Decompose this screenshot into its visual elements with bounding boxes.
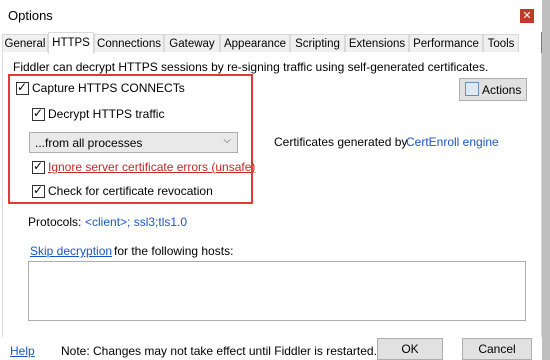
options-dialog: Options ✕ General HTTPS Connections Gate… <box>0 0 542 360</box>
tab-connections[interactable]: Connections <box>94 34 164 52</box>
actions-label: Actions <box>482 83 522 97</box>
window-title: Options <box>8 8 53 23</box>
ignore-errors-label[interactable]: Ignore server certificate errors (unsafe… <box>48 160 255 174</box>
capture-label[interactable]: Capture HTTPS CONNECTs <box>32 81 185 95</box>
decrypt-checkbox[interactable] <box>32 106 45 121</box>
intro-text: Fiddler can decrypt HTTPS sessions by re… <box>13 60 489 74</box>
process-filter-select[interactable]: ...from all processes ⌵ <box>29 132 238 153</box>
skip-decryption-link[interactable]: Skip decryption <box>30 244 112 258</box>
revocation-label[interactable]: Check for certificate revocation <box>48 184 213 198</box>
tab-tools[interactable]: Tools <box>483 34 519 52</box>
tab-extensions[interactable]: Extensions <box>345 34 409 52</box>
protocols-link[interactable]: <client>; ssl3;tls1.0 <box>85 215 187 229</box>
cert-text: Certificates generated by <box>274 135 408 149</box>
decrypt-label[interactable]: Decrypt HTTPS traffic <box>48 107 164 121</box>
cancel-button[interactable]: Cancel <box>462 338 532 360</box>
revocation-checkbox[interactable] <box>32 183 45 198</box>
skip-hosts-textarea[interactable] <box>28 261 526 321</box>
process-filter-value: ...from all processes <box>35 136 143 150</box>
ignore-errors-checkbox[interactable] <box>32 159 45 174</box>
tab-strip: General HTTPS Connections Gateway Appear… <box>2 32 540 54</box>
capture-checkbox[interactable] <box>16 80 29 95</box>
footer: Help Note: Changes may not take effect u… <box>0 337 542 360</box>
title-bar: Options ✕ <box>0 0 542 32</box>
tab-performance[interactable]: Performance <box>409 34 483 52</box>
close-icon[interactable]: ✕ <box>520 9 534 23</box>
help-link[interactable]: Help <box>10 344 35 358</box>
tab-general[interactable]: General <box>2 34 48 52</box>
https-panel: Fiddler can decrypt HTTPS sessions by re… <box>2 53 542 338</box>
tab-scripting[interactable]: Scripting <box>290 34 345 52</box>
background-window-edge <box>542 0 550 360</box>
protocols-label: Protocols: <box>28 215 82 229</box>
tab-appearance[interactable]: Appearance <box>220 34 290 52</box>
skip-decryption-text: for the following hosts: <box>114 244 234 258</box>
tab-gateway[interactable]: Gateway <box>164 34 220 52</box>
tab-https[interactable]: HTTPS <box>48 32 94 54</box>
restart-note: Note: Changes may not take effect until … <box>61 344 377 358</box>
actions-button[interactable]: Actions <box>459 78 527 101</box>
ok-button[interactable]: OK <box>377 338 443 360</box>
chevron-down-icon: ⌵ <box>223 135 231 146</box>
certificate-icon <box>465 82 479 96</box>
cert-engine-link[interactable]: CertEnroll engine <box>406 135 499 149</box>
